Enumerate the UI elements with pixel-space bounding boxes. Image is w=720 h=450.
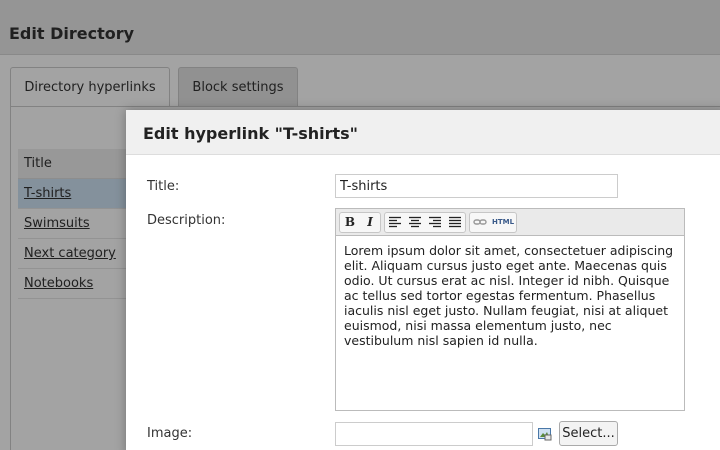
html-source-button[interactable]: HTML <box>490 213 516 232</box>
title-input[interactable] <box>335 174 618 198</box>
align-center-button[interactable] <box>405 213 425 232</box>
align-left-button[interactable] <box>385 213 405 232</box>
description-text[interactable]: Lorem ipsum dolor sit amet, consectetuer… <box>336 236 684 355</box>
description-label: Description: <box>147 213 226 228</box>
align-center-icon <box>409 216 421 228</box>
browse-image-icon[interactable] <box>538 427 552 441</box>
image-input[interactable] <box>335 422 533 446</box>
align-right-button[interactable] <box>425 213 445 232</box>
editor-toolbar: B I HTML <box>336 209 684 236</box>
justify-icon <box>449 216 461 228</box>
title-label: Title: <box>147 179 180 194</box>
insert-group: HTML <box>469 211 517 233</box>
align-right-icon <box>429 216 441 228</box>
align-group <box>384 211 466 233</box>
dialog-title: Edit hyperlink "T-shirts" <box>143 124 359 143</box>
italic-button[interactable]: I <box>360 213 380 232</box>
link-icon <box>473 219 487 225</box>
justify-button[interactable] <box>445 213 465 232</box>
description-editor[interactable]: B I HTML Lorem ipsum dolor sit amet, con… <box>335 208 685 411</box>
select-image-button[interactable]: Select... <box>559 421 618 446</box>
format-group: B I <box>339 211 381 233</box>
bold-button[interactable]: B <box>340 213 360 232</box>
link-button[interactable] <box>470 213 490 232</box>
image-label: Image: <box>147 426 193 441</box>
edit-hyperlink-dialog: Edit hyperlink "T-shirts" Title: Descrip… <box>126 110 720 450</box>
align-left-icon <box>389 216 401 228</box>
